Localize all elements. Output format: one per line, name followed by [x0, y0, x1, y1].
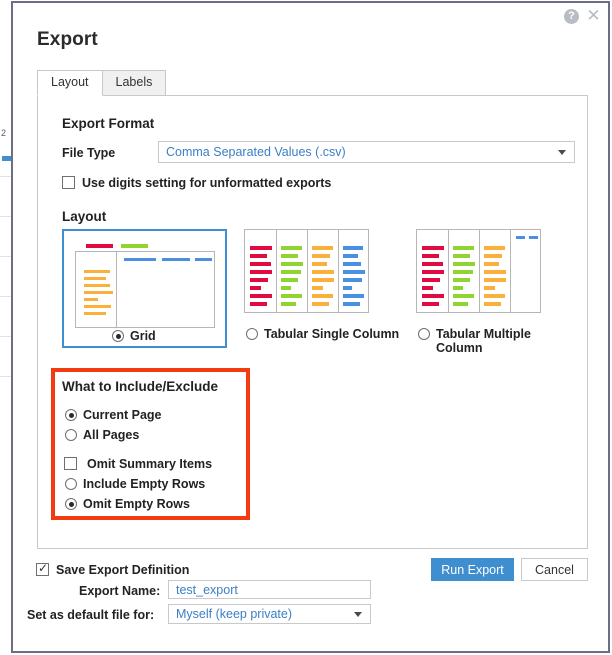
- chevron-down-icon: [558, 150, 566, 155]
- use-digits-checkbox[interactable]: [62, 176, 75, 189]
- grid-thumbnail: [75, 251, 215, 328]
- radio-include-empty-rows[interactable]: [65, 478, 77, 490]
- layout-tab-panel: Export Format File Type Comma Separated …: [37, 95, 588, 549]
- radio-tabular-multiple[interactable]: [418, 328, 430, 340]
- file-type-value: Comma Separated Values (.csv): [166, 145, 346, 159]
- layout-option-tabular-single-label[interactable]: Tabular Single Column: [264, 327, 399, 341]
- save-export-definition-checkbox[interactable]: [36, 561, 49, 576]
- radio-omit-empty-rows[interactable]: [65, 498, 77, 510]
- tab-layout[interactable]: Layout: [37, 70, 103, 96]
- radio-grid[interactable]: [112, 330, 124, 342]
- default-file-label: Set as default file for:: [27, 608, 155, 622]
- export-name-label: Export Name:: [79, 584, 161, 598]
- radio-all-pages[interactable]: [65, 429, 77, 441]
- tab-labels[interactable]: Labels: [101, 70, 167, 96]
- dialog-title: Export: [37, 29, 98, 50]
- layout-option-tabular-multiple[interactable]: Tabular Multiple Column: [400, 229, 580, 355]
- export-dialog: ? ✕ Export Layout Labels Export Format F…: [11, 1, 610, 653]
- file-type-select[interactable]: Comma Separated Values (.csv): [158, 141, 575, 163]
- use-digits-label[interactable]: Use digits setting for unformatted expor…: [82, 176, 331, 190]
- omit-empty-rows-label[interactable]: Omit Empty Rows: [83, 497, 190, 511]
- layout-option-tabular-multiple-label[interactable]: Tabular Multiple Column: [436, 327, 580, 355]
- tabular-single-thumbnail: [244, 229, 369, 313]
- help-question-icon[interactable]: ?: [564, 9, 579, 24]
- tabular-multiple-thumbnail: [416, 229, 541, 313]
- run-export-button[interactable]: Run Export: [431, 558, 514, 581]
- omit-summary-items-checkbox[interactable]: [64, 457, 77, 470]
- radio-current-page[interactable]: [65, 409, 77, 421]
- cancel-button[interactable]: Cancel: [521, 558, 588, 581]
- save-export-definition-label[interactable]: Save Export Definition: [56, 563, 189, 577]
- file-type-label: File Type: [62, 146, 116, 160]
- default-file-value: Myself (keep private): [176, 607, 293, 621]
- radio-tabular-single[interactable]: [246, 328, 258, 340]
- default-file-select[interactable]: Myself (keep private): [168, 604, 371, 624]
- export-name-value: test_export: [176, 582, 238, 597]
- tab-strip: Layout Labels: [37, 70, 167, 96]
- omit-summary-items-label[interactable]: Omit Summary Items: [87, 457, 212, 471]
- all-pages-label[interactable]: All Pages: [83, 428, 139, 442]
- export-format-heading: Export Format: [62, 116, 155, 131]
- layout-option-grid[interactable]: Grid: [62, 229, 227, 348]
- layout-heading: Layout: [62, 209, 107, 224]
- include-empty-rows-label[interactable]: Include Empty Rows: [83, 477, 205, 491]
- layout-option-tabular-single[interactable]: Tabular Single Column: [239, 229, 404, 348]
- chevron-down-icon-2: [354, 612, 362, 617]
- include-exclude-heading: What to Include/Exclude: [62, 379, 219, 394]
- window-controls: ? ✕: [564, 7, 601, 24]
- layout-option-grid-label[interactable]: Grid: [130, 329, 156, 343]
- background-page-text: 2: [1, 128, 7, 138]
- close-x-icon[interactable]: ✕: [586, 7, 601, 24]
- current-page-label[interactable]: Current Page: [83, 408, 162, 422]
- export-name-input[interactable]: test_export: [168, 580, 371, 599]
